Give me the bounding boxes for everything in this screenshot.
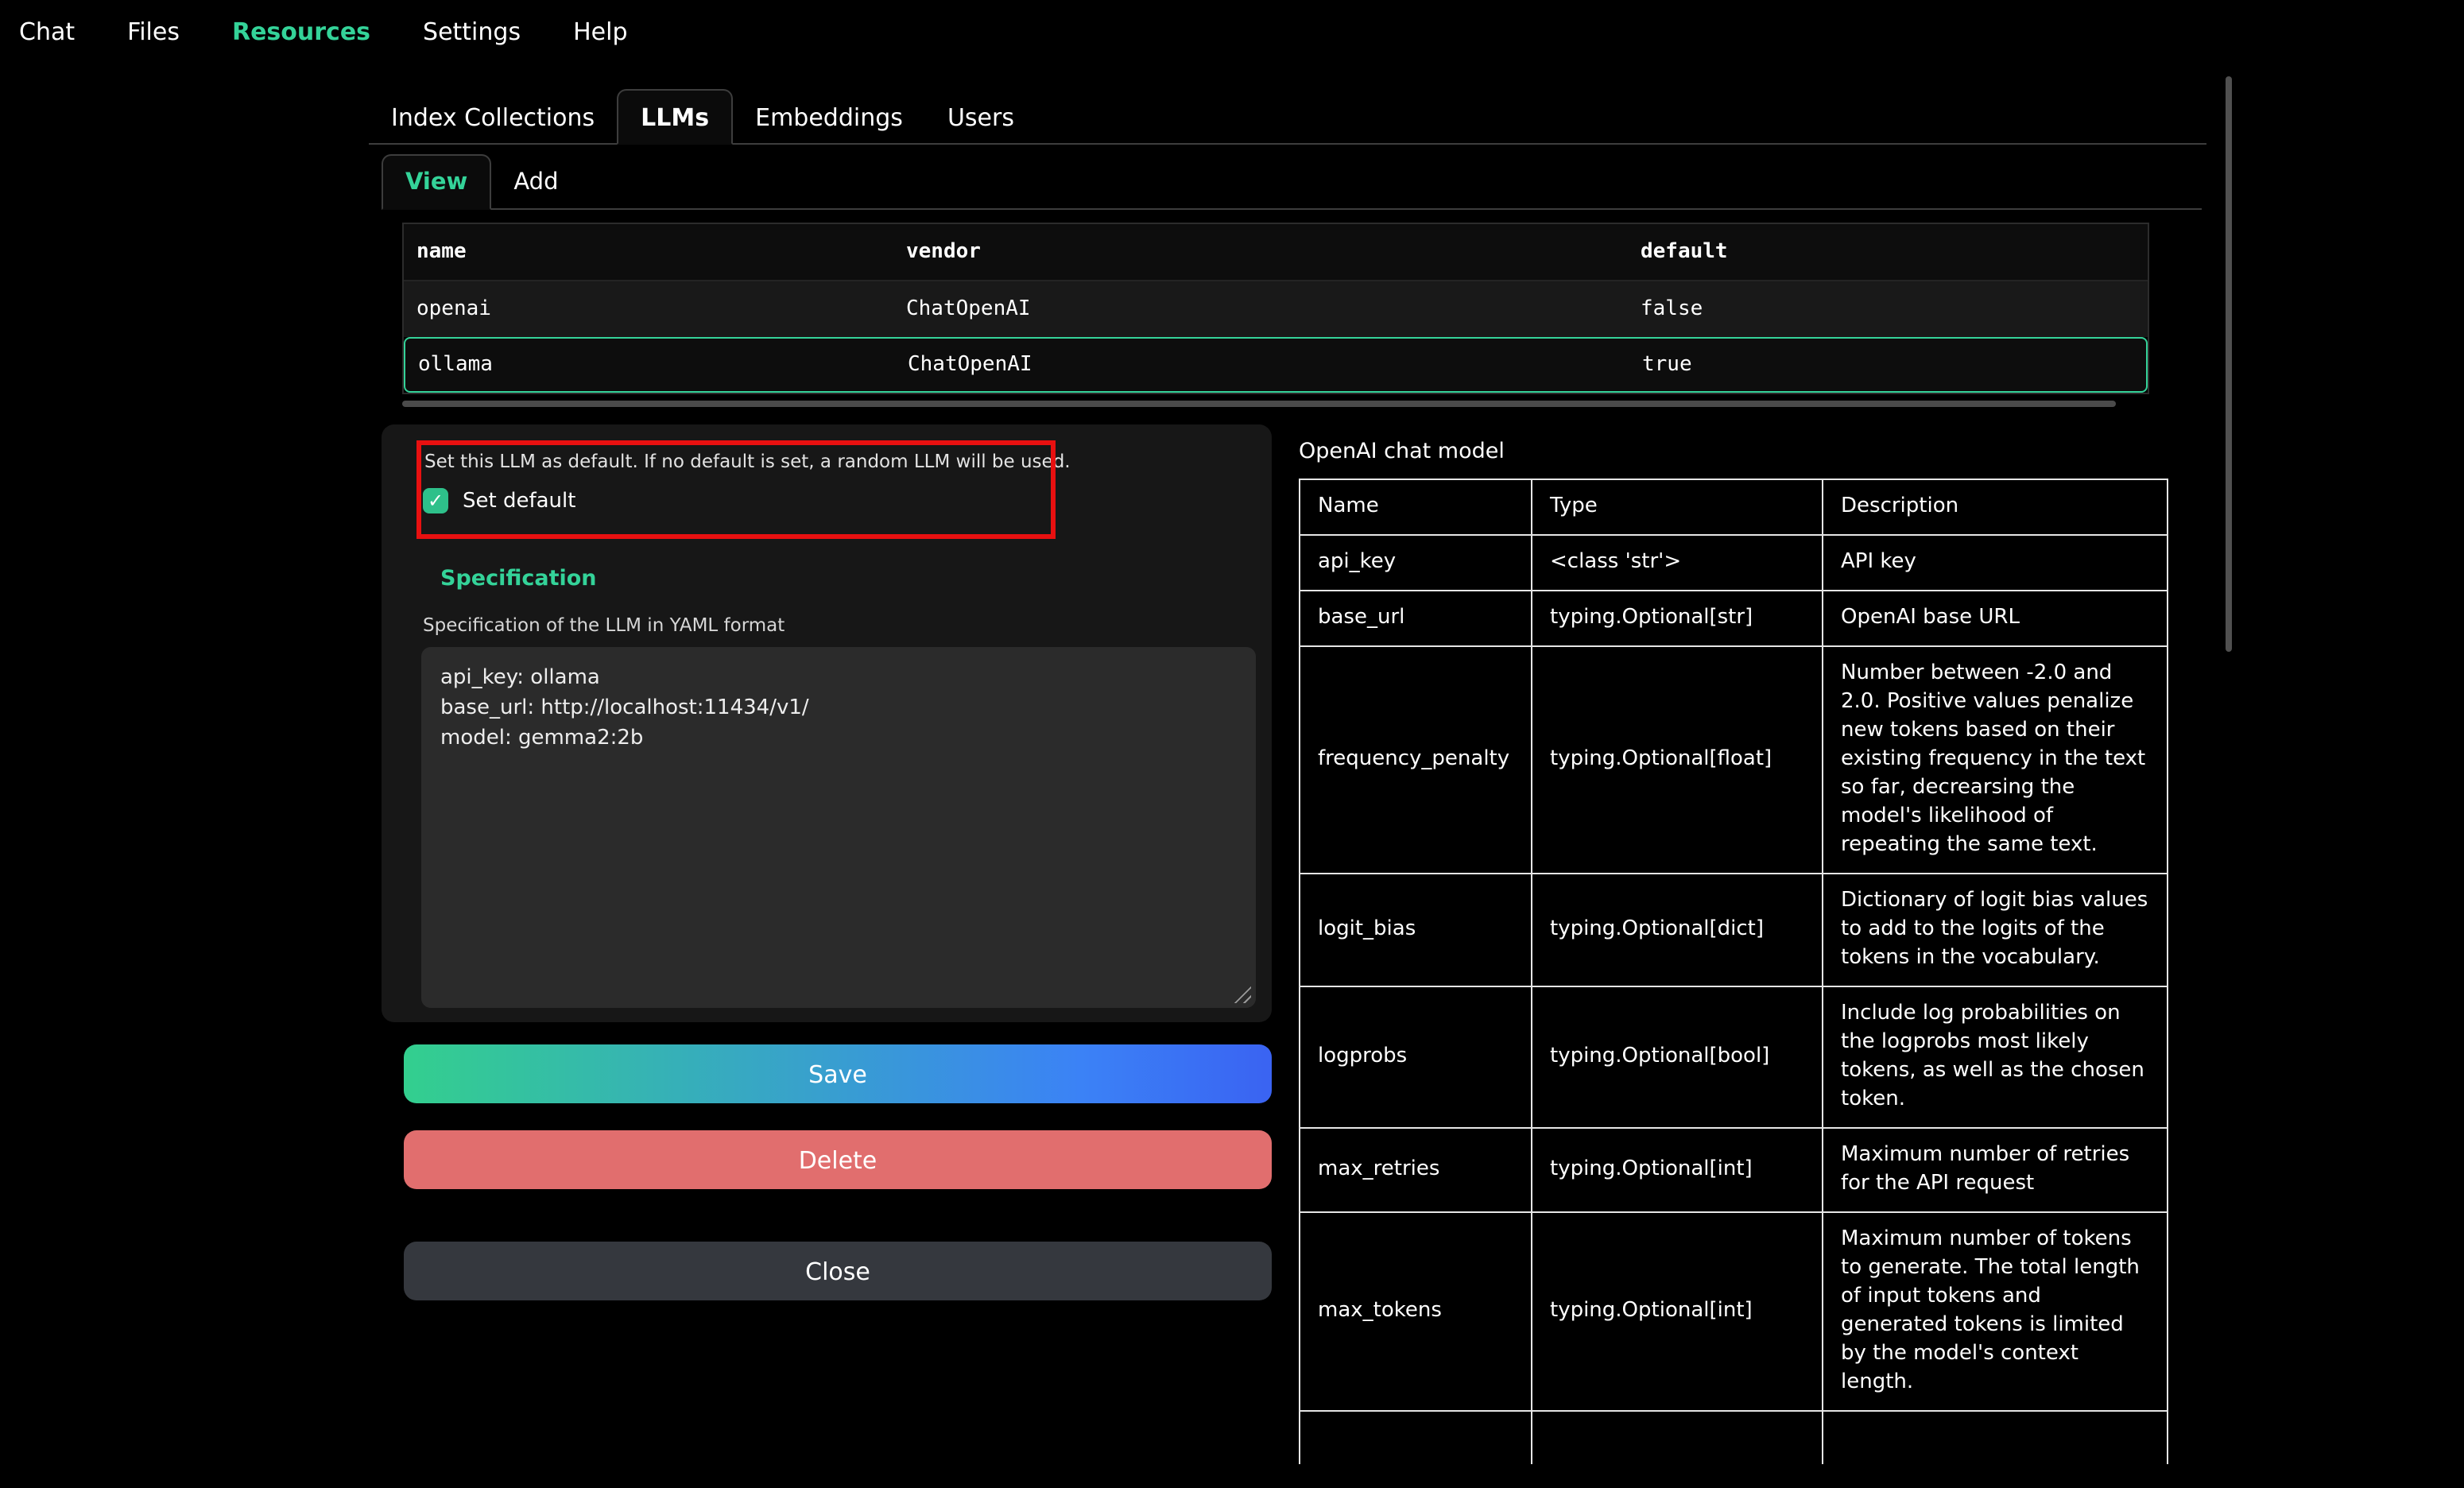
param-description: Dictionary of logit bias values to add t…	[1823, 874, 2168, 986]
set-default-hint-text: Set this LLM as default. If no default i…	[424, 450, 1071, 472]
model-info-table: Name Type Description api_key <class 'st…	[1299, 479, 2168, 1464]
param-description: Maximum number of tokens to generate. Th…	[1823, 1212, 2168, 1411]
nav-item-help[interactable]: Help	[573, 17, 627, 46]
model-info-title: OpenAI chat model	[1299, 439, 1505, 464]
model-col-name: Name	[1300, 479, 1532, 535]
llm-row-ollama-selected[interactable]: ollama ChatOpenAI true	[404, 337, 2148, 393]
param-description: OpenAI base URL	[1823, 591, 2168, 646]
param-name: logit_bias	[1300, 874, 1532, 986]
param-type: typing.Optional[int]	[1532, 1212, 1823, 1411]
param-description: API key	[1823, 535, 2168, 591]
specification-heading: Specification	[440, 566, 597, 591]
llm-subtabs: View Add	[382, 156, 2202, 210]
resource-tabs: Index Collections LLMs Embeddings Users	[369, 91, 2206, 145]
model-col-description: Description	[1823, 479, 2168, 535]
param-type: typing.Optional[str]	[1532, 591, 1823, 646]
set-default-row: ✓ Set default	[423, 488, 575, 513]
param-type: <class 'str'>	[1532, 535, 1823, 591]
llm-cell-name: ollama	[405, 353, 895, 377]
llm-col-vendor: vendor	[893, 240, 1628, 264]
model-row-partial	[1300, 1411, 2168, 1464]
model-row-logit-bias: logit_bias typing.Optional[dict] Diction…	[1300, 874, 2168, 986]
param-description: Include log probabilities on the logprob…	[1823, 986, 2168, 1128]
model-row-logprobs: logprobs typing.Optional[bool] Include l…	[1300, 986, 2168, 1128]
llm-cell-vendor: ChatOpenAI	[895, 353, 1629, 377]
param-type: typing.Optional[float]	[1532, 646, 1823, 874]
param-name: frequency_penalty	[1300, 646, 1532, 874]
close-button[interactable]: Close	[404, 1242, 1272, 1300]
param-description	[1823, 1411, 2168, 1464]
tab-index-collections[interactable]: Index Collections	[369, 92, 617, 143]
param-description: Number between -2.0 and 2.0. Positive va…	[1823, 646, 2168, 874]
model-col-type: Type	[1532, 479, 1823, 535]
model-row-base-url: base_url typing.Optional[str] OpenAI bas…	[1300, 591, 2168, 646]
save-button[interactable]: Save	[404, 1044, 1272, 1103]
param-name: api_key	[1300, 535, 1532, 591]
horizontal-scrollbar[interactable]	[402, 401, 2116, 407]
tab-llms[interactable]: LLMs	[617, 89, 733, 145]
param-type: typing.Optional[dict]	[1532, 874, 1823, 986]
param-name: max_tokens	[1300, 1212, 1532, 1411]
param-type: typing.Optional[bool]	[1532, 986, 1823, 1128]
param-type: typing.Optional[int]	[1532, 1128, 1823, 1212]
llm-row-openai[interactable]: openai ChatOpenAI false	[404, 281, 2148, 337]
llm-table-header: name vendor default	[404, 224, 2148, 281]
subtab-view[interactable]: View	[382, 154, 491, 210]
yaml-specification-input[interactable]: api_key: ollama base_url: http://localho…	[421, 647, 1256, 1008]
llm-col-default: default	[1628, 240, 2148, 264]
llm-list-table: name vendor default openai ChatOpenAI fa…	[402, 223, 2149, 394]
top-nav: Chat Files Resources Settings Help	[0, 0, 2464, 64]
param-name	[1300, 1411, 1532, 1464]
tab-users[interactable]: Users	[925, 92, 1036, 143]
model-row-api-key: api_key <class 'str'> API key	[1300, 535, 2168, 591]
param-name: logprobs	[1300, 986, 1532, 1128]
param-type	[1532, 1411, 1823, 1464]
param-description: Maximum number of retries for the API re…	[1823, 1128, 2168, 1212]
llm-cell-name: openai	[404, 297, 893, 321]
app-window: Chat Files Resources Settings Help Index…	[0, 0, 2464, 1488]
nav-item-resources[interactable]: Resources	[232, 17, 370, 46]
llm-cell-default: true	[1629, 353, 2146, 377]
subtab-add[interactable]: Add	[491, 157, 580, 208]
model-row-frequency-penalty: frequency_penalty typing.Optional[float]…	[1300, 646, 2168, 874]
model-row-max-tokens: max_tokens typing.Optional[int] Maximum …	[1300, 1212, 2168, 1411]
delete-button[interactable]: Delete	[404, 1130, 1272, 1189]
tab-embeddings[interactable]: Embeddings	[733, 92, 925, 143]
vertical-scrollbar[interactable]	[2226, 76, 2232, 652]
nav-item-settings[interactable]: Settings	[423, 17, 521, 46]
llm-col-name: name	[404, 240, 893, 264]
checkmark-icon: ✓	[428, 490, 444, 512]
nav-item-chat[interactable]: Chat	[19, 17, 75, 46]
nav-item-files[interactable]: Files	[127, 17, 180, 46]
param-name: base_url	[1300, 591, 1532, 646]
param-name: max_retries	[1300, 1128, 1532, 1212]
llm-cell-vendor: ChatOpenAI	[893, 297, 1628, 321]
model-table-header: Name Type Description	[1300, 479, 2168, 535]
llm-cell-default: false	[1628, 297, 2148, 321]
set-default-checkbox[interactable]: ✓	[423, 488, 448, 513]
set-default-label: Set default	[463, 489, 575, 513]
model-row-max-retries: max_retries typing.Optional[int] Maximum…	[1300, 1128, 2168, 1212]
specification-hint-text: Specification of the LLM in YAML format	[423, 614, 785, 636]
model-info-table-wrap: Name Type Description api_key <class 'st…	[1299, 479, 2168, 1464]
